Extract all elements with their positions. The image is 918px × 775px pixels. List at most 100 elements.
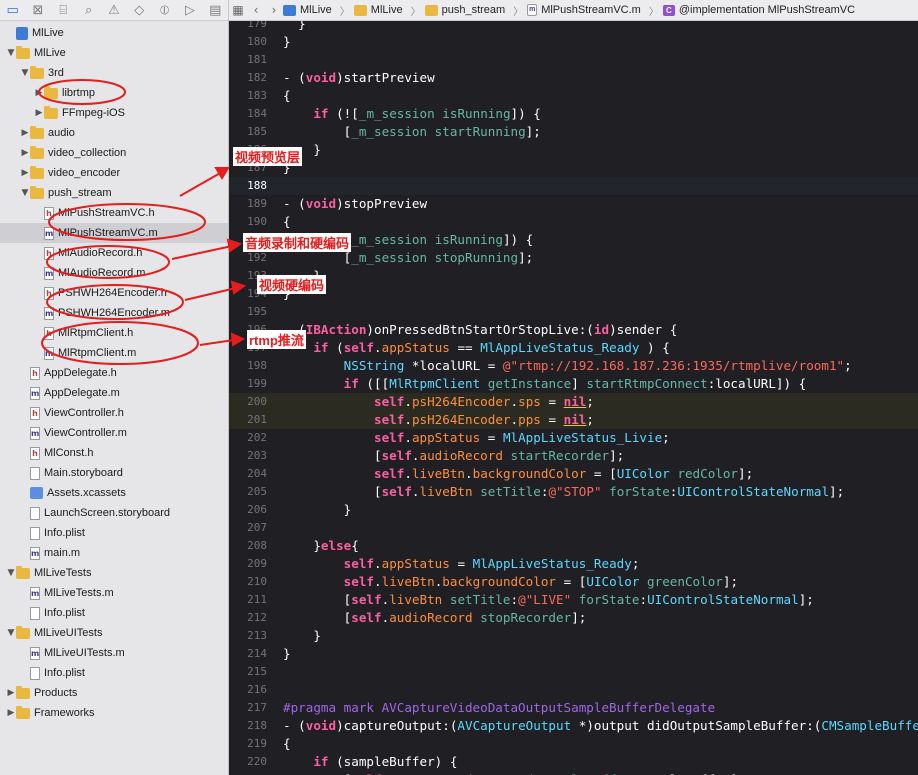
code-line[interactable]: 200 self.psH264Encoder.sps = nil; (229, 393, 918, 411)
jumpbar-item[interactable]: C @implementation MlPushStreamVC (662, 4, 855, 16)
tree-item[interactable]: ▼ 3rd (0, 63, 228, 83)
code-line[interactable]: 183 { (229, 87, 918, 105)
disclosure-closed-icon[interactable]: ▶ (6, 708, 16, 718)
code-line[interactable]: 187} (229, 159, 918, 177)
tree-item[interactable]: m main.m (0, 543, 228, 563)
code-line[interactable]: 209 self.appStatus = MlAppLiveStatus_Rea… (229, 555, 918, 573)
code-line[interactable]: 206 } (229, 501, 918, 519)
jumpbar-item[interactable]: m MlPushStreamVC.m (527, 4, 641, 16)
tree-item[interactable]: h PSHWH264Encoder.h (0, 283, 228, 303)
tree-item[interactable]: h AppDelegate.h (0, 363, 228, 383)
tree-item[interactable]: h MlPushStreamVC.h (0, 203, 228, 223)
code-line[interactable]: 208 }else{ (229, 537, 918, 555)
disclosure-closed-icon[interactable]: ▶ (20, 168, 30, 178)
disclosure-closed-icon[interactable]: ▶ (34, 88, 44, 98)
report-icon[interactable]: ▤ (203, 0, 228, 20)
tree-item[interactable]: m MlRtpmClient.m (0, 343, 228, 363)
code-line[interactable]: 196- (IBAction)onPressedBtnStartOrStopLi… (229, 321, 918, 339)
code-line[interactable]: 207 (229, 519, 918, 537)
tree-item[interactable]: h ViewController.h (0, 403, 228, 423)
code-line[interactable]: 180} (229, 33, 918, 51)
search-icon[interactable]: ⌕ (76, 0, 101, 20)
code-line[interactable]: 217 #pragma mark AVCaptureVideoDataOutput… (229, 699, 918, 717)
code-line[interactable]: 199 if ([[MlRtpmClient getInstance] star… (229, 375, 918, 393)
tree-item[interactable]: m MlLiveTests.m (0, 583, 228, 603)
code-line[interactable]: 195 (229, 303, 918, 321)
code-line[interactable]: 220 if (sampleBuffer) { (229, 753, 918, 771)
disclosure-open-icon[interactable]: ▼ (20, 68, 30, 78)
tree-item[interactable]: ▶ video_collection (0, 143, 228, 163)
code-line[interactable]: 190 { (229, 213, 918, 231)
disclosure-open-icon[interactable]: ▼ (6, 568, 16, 578)
code-line[interactable]: 186 } (229, 141, 918, 159)
debug-icon[interactable]: ⦶ (152, 0, 177, 20)
code-line[interactable]: 210 self.liveBtn.backgroundColor = [UICo… (229, 573, 918, 591)
code-line[interactable]: 202 self.appStatus = MlAppLiveStatus_Liv… (229, 429, 918, 447)
tree-item[interactable]: ▼ MlLiveTests (0, 563, 228, 583)
tree-item[interactable]: m PSHWH264Encoder.m (0, 303, 228, 323)
tree-item[interactable]: ▼ MlLiveUITests (0, 623, 228, 643)
code-line[interactable]: 184 if (![_m_session isRunning]) { (229, 105, 918, 123)
disclosure-closed-icon[interactable]: ▶ (6, 688, 16, 698)
tree-item[interactable]: MlLive (0, 23, 228, 43)
hierarchy-icon[interactable]: ⌸ (51, 0, 76, 20)
code-line[interactable]: 188 (229, 177, 918, 195)
code-line[interactable]: 213 } (229, 627, 918, 645)
code-line[interactable]: 221 [self.psH264Encoder encodeSampleBuff… (229, 771, 918, 775)
code-editor[interactable]: 179 } 180} 181 182- (void)startPreview 183{1… (229, 21, 918, 775)
tree-item[interactable]: ▶ video_encoder (0, 163, 228, 183)
code-line[interactable]: 194} (229, 285, 918, 303)
warning-icon[interactable]: ⚠ (101, 0, 126, 20)
code-line[interactable]: 211 [self.liveBtn setTitle:@"LIVE" forSt… (229, 591, 918, 609)
code-line[interactable]: 193 } (229, 267, 918, 285)
tree-item[interactable]: m MlAudioRecord.m (0, 263, 228, 283)
tree-item[interactable]: ▶ librtmp (0, 83, 228, 103)
back-arrow-icon[interactable]: ‹ (247, 3, 265, 17)
jumpbar-item[interactable]: MlLive (353, 4, 403, 16)
forward-arrow-icon[interactable]: › (265, 3, 283, 17)
code-line[interactable]: 218 - (void)captureOutput:(AVCaptureOutpu… (229, 717, 918, 735)
jumpbar-item[interactable]: push_stream (424, 4, 505, 16)
code-line[interactable]: 219 { (229, 735, 918, 753)
disclosure-open-icon[interactable]: ▼ (6, 48, 16, 58)
code-line[interactable]: 212 [self.audioRecord stopRecorder]; (229, 609, 918, 627)
tree-item[interactable]: Info.plist (0, 663, 228, 683)
code-line[interactable]: 216 (229, 681, 918, 699)
tree-item[interactable]: LaunchScreen.storyboard (0, 503, 228, 523)
tree-item[interactable]: m MlPushStreamVC.m (0, 223, 228, 243)
tree-item[interactable]: Info.plist (0, 523, 228, 543)
tree-item[interactable]: h MlAudioRecord.h (0, 243, 228, 263)
code-line[interactable]: 198 NSString *localURL = @"rtmp://192.16… (229, 357, 918, 375)
code-line[interactable]: 203 [self.audioRecord startRecorder]; (229, 447, 918, 465)
disclosure-open-icon[interactable]: ▼ (6, 628, 16, 638)
code-line[interactable]: 185 [_m_session startRunning]; (229, 123, 918, 141)
tree-item[interactable]: m AppDelegate.m (0, 383, 228, 403)
code-line[interactable]: 189 - (void)stopPreview (229, 195, 918, 213)
code-line[interactable]: 182 - (void)startPreview (229, 69, 918, 87)
code-line[interactable]: 179 } (229, 21, 918, 33)
x-square-icon[interactable]: ⊠ (25, 0, 50, 20)
disclosure-closed-icon[interactable]: ▶ (20, 128, 30, 138)
grid-icon[interactable]: ▦ (229, 3, 247, 17)
code-line[interactable]: 205 [self.liveBtn setTitle:@"STOP" forSt… (229, 483, 918, 501)
tree-item[interactable]: m ViewController.m (0, 423, 228, 443)
tree-item[interactable]: m MlLiveUITests.m (0, 643, 228, 663)
code-line[interactable]: 197 if (self.appStatus == MlAppLiveStatu… (229, 339, 918, 357)
code-line[interactable]: 204 self.liveBtn.backgroundColor = [UICo… (229, 465, 918, 483)
tree-item[interactable]: ▶ FFmpeg-iOS (0, 103, 228, 123)
tree-item[interactable]: Info.plist (0, 603, 228, 623)
code-line[interactable]: 214} (229, 645, 918, 663)
disclosure-closed-icon[interactable]: ▶ (20, 148, 30, 158)
folder-icon[interactable]: ▭ (0, 0, 25, 20)
tree-item[interactable]: Assets.xcassets (0, 483, 228, 503)
tree-item[interactable]: Main.storyboard (0, 463, 228, 483)
tree-item[interactable]: ▼ MlLive (0, 43, 228, 63)
tree-item[interactable]: ▶ Frameworks (0, 703, 228, 723)
disclosure-open-icon[interactable]: ▼ (20, 188, 30, 198)
tree-item[interactable]: ▶ Products (0, 683, 228, 703)
tree-item[interactable]: ▶ audio (0, 123, 228, 143)
tree-item[interactable]: h MlConst.h (0, 443, 228, 463)
disclosure-closed-icon[interactable]: ▶ (34, 108, 44, 118)
code-line[interactable]: 181 (229, 51, 918, 69)
breakpoint-icon[interactable]: ▷ (177, 0, 202, 20)
